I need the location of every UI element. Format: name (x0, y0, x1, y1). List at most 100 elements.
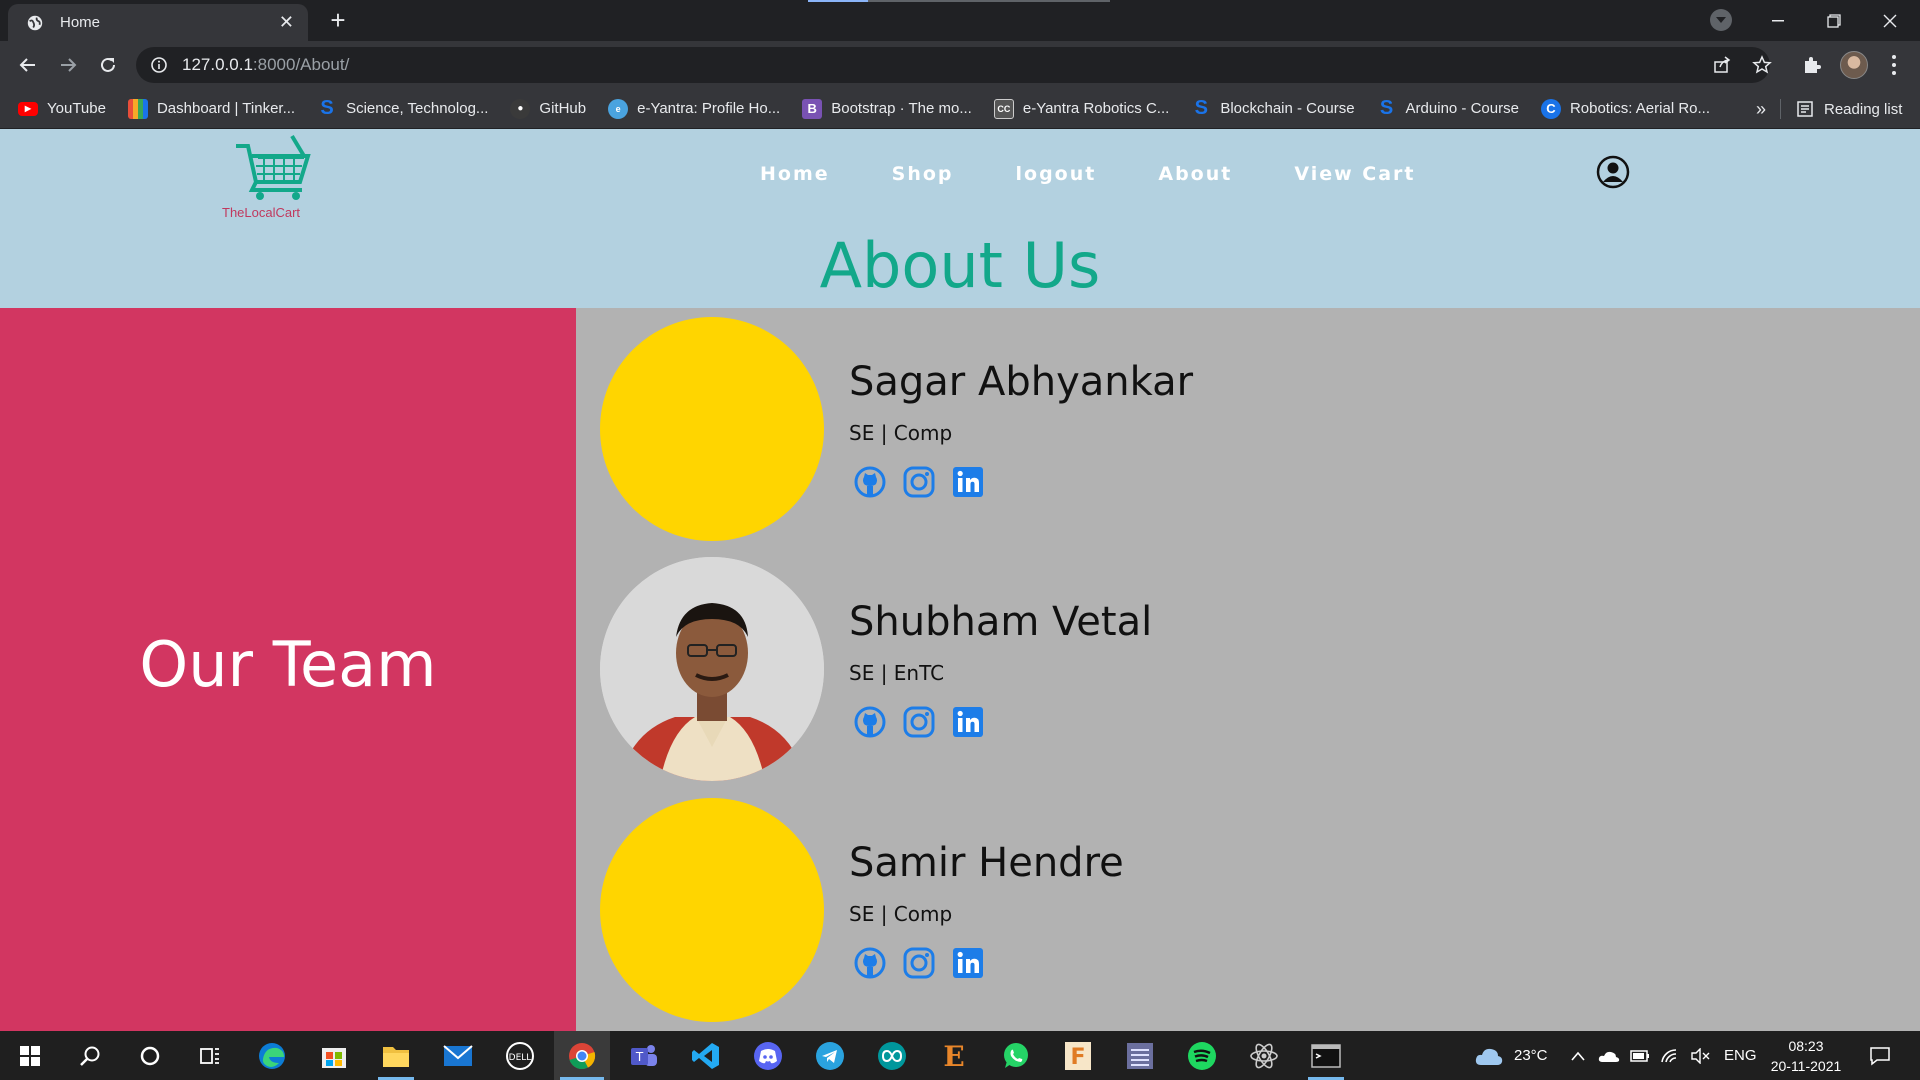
bookmark-star-button[interactable] (1750, 53, 1774, 77)
minimize-button[interactable] (1750, 0, 1806, 41)
taskbar-f-app[interactable]: F (1050, 1031, 1106, 1080)
close-window-button[interactable] (1862, 0, 1918, 41)
github-icon[interactable] (853, 465, 887, 499)
taskbar-e-app[interactable]: E (926, 1031, 982, 1080)
new-tab-button[interactable]: + (326, 7, 350, 33)
nav-home[interactable]: Home (760, 163, 830, 185)
close-tab-icon[interactable]: ✕ (279, 12, 294, 33)
start-button[interactable] (2, 1031, 58, 1080)
taskbar-whatsapp[interactable] (988, 1031, 1044, 1080)
input-language[interactable]: ENG (1724, 1047, 1757, 1064)
system-clock[interactable]: 08:23 20-11-2021 (1764, 1036, 1848, 1076)
onedrive-cloud-icon[interactable] (1598, 1049, 1620, 1063)
puzzle-icon (1805, 57, 1821, 73)
browser-tab-home[interactable]: Home ✕ (8, 4, 308, 41)
bookmark-youtube[interactable]: ▶ YouTube (18, 100, 106, 117)
team-member-card: Shubham Vetal SE | EnTC (600, 557, 1800, 781)
globe-icon (27, 15, 43, 30)
taskbar-chrome[interactable] (554, 1031, 610, 1080)
tab-search-button[interactable] (1710, 9, 1732, 31)
taskbar-vscode[interactable] (678, 1031, 734, 1080)
more-menu-button[interactable] (1886, 53, 1902, 77)
page-content: TheLocalCart Home Shop logout About View… (0, 129, 1920, 1031)
cc-icon: CC (993, 98, 1014, 119)
terminal-icon (1311, 1043, 1341, 1068)
nav-about[interactable]: About (1158, 163, 1232, 185)
search-icon (80, 1046, 100, 1066)
taskbar-atom[interactable] (1236, 1031, 1292, 1080)
user-account-icon[interactable] (1596, 155, 1630, 189)
bookmark-label: YouTube (47, 100, 106, 117)
forward-button[interactable] (56, 53, 80, 77)
bookmark-eyantra-profile[interactable]: e e-Yantra: Profile Ho... (608, 98, 780, 119)
share-button[interactable] (1710, 53, 1734, 77)
info-icon[interactable] (150, 56, 168, 74)
youtube-icon: ▶ (18, 101, 38, 116)
bookmark-bootstrap[interactable]: B Bootstrap · The mo... (802, 98, 972, 119)
more-bookmarks-button[interactable]: » (1756, 89, 1766, 129)
loading-indicator (808, 0, 1110, 2)
taskbar-calculator-app[interactable] (1112, 1031, 1168, 1080)
restore-button[interactable] (1806, 0, 1862, 41)
volume-muted-icon[interactable] (1690, 1047, 1710, 1064)
taskbar-arduino[interactable] (864, 1031, 920, 1080)
reload-button[interactable] (96, 53, 120, 77)
taskbar-mail[interactable] (430, 1031, 486, 1080)
github-icon[interactable] (853, 705, 887, 739)
github-icon[interactable] (853, 946, 887, 980)
search-button[interactable] (62, 1031, 118, 1080)
svg-text:F: F (1070, 1045, 1085, 1070)
extensions-button[interactable] (1800, 53, 1824, 77)
task-view-icon (200, 1047, 219, 1064)
taskbar-file-explorer[interactable] (368, 1031, 424, 1080)
bookmark-science-technology[interactable]: S Science, Technolog... (317, 97, 488, 119)
nav-view-cart[interactable]: View Cart (1294, 163, 1415, 185)
action-center-button[interactable] (1854, 1031, 1906, 1080)
taskbar-telegram[interactable] (802, 1031, 858, 1080)
member-portrait-image (600, 557, 824, 781)
instagram-icon[interactable] (902, 946, 936, 980)
taskbar-spotify[interactable] (1174, 1031, 1230, 1080)
bookmark-github[interactable]: ● GitHub (510, 98, 587, 119)
page-title: About Us (819, 229, 1101, 302)
nav-shop[interactable]: Shop (892, 163, 954, 185)
team-member-card: Samir Hendre SE | Comp (600, 798, 1800, 1022)
instagram-icon[interactable] (902, 465, 936, 499)
taskbar-store[interactable] (306, 1031, 362, 1080)
logo-text[interactable]: TheLocalCart (222, 205, 300, 220)
linkedin-icon[interactable] (951, 705, 985, 739)
task-view-button[interactable] (182, 1031, 238, 1080)
taskbar-terminal[interactable] (1298, 1031, 1354, 1080)
taskbar-dell[interactable]: DELL (492, 1031, 548, 1080)
chevron-up-icon[interactable] (1570, 1050, 1586, 1062)
nav-logout[interactable]: logout (1016, 163, 1097, 185)
member-avatar-placeholder (600, 317, 824, 541)
whatsapp-icon (1004, 1042, 1028, 1068)
instagram-icon[interactable] (902, 705, 936, 739)
reading-list-button[interactable]: Reading list (1796, 89, 1902, 129)
address-bar[interactable]: 127.0.0.1:8000/About/ (136, 47, 1770, 83)
bookmark-arduino-course[interactable]: S Arduino - Course (1377, 97, 1519, 119)
bookmark-blockchain-course[interactable]: S Blockchain - Course (1191, 97, 1355, 119)
tray-icons: ENG (1570, 1031, 1757, 1080)
bookmark-tinkercad[interactable]: Dashboard | Tinker... (127, 98, 296, 119)
bookmark-robotics-aerial[interactable]: C Robotics: Aerial Ro... (1540, 98, 1710, 119)
back-button[interactable] (16, 53, 40, 77)
bookmark-eyantra-robotics[interactable]: CC e-Yantra Robotics C... (993, 98, 1169, 119)
wifi-icon[interactable] (1660, 1048, 1680, 1064)
member-name: Sagar Abhyankar (849, 359, 1194, 405)
linkedin-icon[interactable] (951, 465, 985, 499)
taskbar-edge[interactable] (244, 1031, 300, 1080)
profile-avatar[interactable] (1840, 51, 1868, 79)
cortana-button[interactable] (122, 1031, 178, 1080)
battery-icon[interactable] (1630, 1049, 1650, 1063)
chrome-icon (569, 1042, 596, 1069)
taskbar-teams[interactable]: T (616, 1031, 672, 1080)
browser-toolbar: 127.0.0.1:8000/About/ (0, 41, 1920, 89)
weather-widget[interactable]: 23°C (1474, 1031, 1548, 1080)
bookmark-label: Dashboard | Tinker... (156, 100, 296, 117)
linkedin-icon[interactable] (951, 946, 985, 980)
taskbar-discord[interactable] (740, 1031, 796, 1080)
telegram-icon (816, 1041, 844, 1070)
bookmark-label: GitHub (539, 100, 587, 117)
